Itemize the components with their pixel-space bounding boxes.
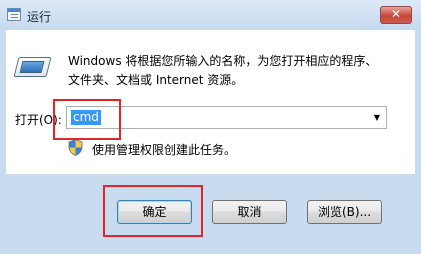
description-line-2: 文件夹、文档或 Internet 资源。 (68, 73, 244, 87)
title-bar: 运行 ✕ (0, 0, 421, 30)
admin-privilege-note: 使用管理权限创建此任务。 (92, 143, 237, 157)
ok-button[interactable]: 确定 (117, 200, 192, 224)
open-label: 打开(O): (15, 113, 62, 127)
window-title: 运行 (27, 10, 52, 24)
uac-shield-icon (68, 139, 83, 156)
open-combobox[interactable]: cmd ▼ (66, 106, 387, 129)
description-text: Windows 将根据您所输入的名称，为您打开相应的程序、 文件夹、文档或 In… (68, 52, 388, 90)
browse-button[interactable]: 浏览(B)... (307, 200, 382, 224)
description-line-1: Windows 将根据您所输入的名称，为您打开相应的程序、 (68, 54, 378, 68)
run-program-icon (13, 57, 52, 77)
open-input-value[interactable]: cmd (71, 110, 101, 125)
run-app-icon (7, 8, 21, 21)
dropdown-arrow-icon[interactable]: ▼ (370, 110, 384, 126)
close-button[interactable]: ✕ (380, 6, 412, 24)
cancel-button[interactable]: 取消 (212, 200, 287, 224)
